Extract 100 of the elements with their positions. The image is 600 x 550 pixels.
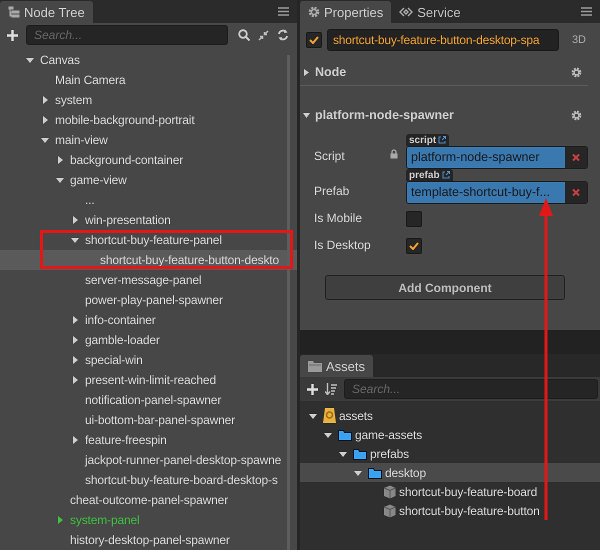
tree-row[interactable]: system-panel <box>0 510 297 530</box>
mode-label: 3D <box>572 34 586 46</box>
asset-name: template-shortcut-buy-f... <box>407 182 565 203</box>
menu-icon[interactable] <box>581 7 592 16</box>
tree-row[interactable]: Main Camera <box>0 70 297 90</box>
node-label: gamble-loader <box>85 333 160 347</box>
tree-row[interactable]: jackpot-runner-panel-desktop-spawne <box>0 450 297 470</box>
asset-row[interactable]: game-assets <box>300 425 600 444</box>
expanded-arrow-icon[interactable] <box>339 450 347 458</box>
section-title: platform-node-spawner <box>315 108 454 122</box>
tree-row[interactable]: mobile-background-portrait <box>0 110 297 130</box>
section-header[interactable]: platform-node-spawner <box>300 104 600 126</box>
tree-row[interactable]: power-play-panel-spawner <box>0 290 297 310</box>
collapsed-arrow-icon[interactable] <box>71 356 79 364</box>
node-label: info-container <box>85 313 156 327</box>
tree-row[interactable]: info-container <box>0 310 297 330</box>
node-label: shortcut-buy-feature-panel <box>85 233 222 247</box>
field-label: Prefab <box>314 184 350 200</box>
expanded-arrow-icon[interactable] <box>56 176 64 184</box>
tree-row[interactable]: server-message-panel <box>0 270 297 290</box>
collapsed-arrow-icon[interactable] <box>71 376 79 384</box>
menu-icon[interactable] <box>278 7 289 16</box>
expanded-arrow-icon[interactable] <box>41 136 49 144</box>
search-field[interactable]: Search... <box>344 379 598 399</box>
tree-row[interactable]: notification-panel-spawner <box>0 390 297 410</box>
field-label: Is Desktop <box>314 238 372 254</box>
clear-icon[interactable] <box>565 182 587 203</box>
tree-row[interactable]: shortcut-buy-feature-board-desktop-s <box>0 470 297 490</box>
folder-icon <box>338 428 352 440</box>
search-icon[interactable] <box>238 29 250 41</box>
asset-label: shortcut-buy-feature-board <box>399 484 538 498</box>
expanded-arrow-icon[interactable] <box>354 468 362 476</box>
asset-row[interactable]: shortcut-buy-feature-button <box>300 501 600 520</box>
tree-row[interactable]: system <box>0 90 297 110</box>
tree-row[interactable]: present-win-limit-reached <box>0 370 297 390</box>
asset-row[interactable]: desktop <box>300 463 600 482</box>
tree-row[interactable]: history-desktop-panel-spawner <box>0 530 297 550</box>
collapsed-arrow-icon[interactable] <box>71 316 79 324</box>
tree-row[interactable]: ui-bottom-bar-panel-spawner <box>0 410 297 430</box>
add-icon[interactable] <box>7 30 18 40</box>
panel-tab[interactable]: Properties <box>300 1 392 23</box>
sort-icon[interactable] <box>325 383 337 395</box>
expanded-arrow-icon[interactable] <box>71 236 79 244</box>
asset-row[interactable]: shortcut-buy-feature-board <box>300 482 600 501</box>
tree-row[interactable]: shortcut-buy-feature-panel <box>0 230 297 250</box>
tree-row[interactable]: game-view <box>0 170 297 190</box>
node-label: system <box>55 93 92 107</box>
expanded-arrow-icon[interactable] <box>324 430 332 438</box>
tree-icon <box>8 6 20 18</box>
folder-icon <box>353 448 367 460</box>
asset-row[interactable]: assets <box>300 406 600 425</box>
collapsed-arrow-icon[interactable] <box>71 216 79 224</box>
tree-row[interactable]: Canvas <box>0 50 297 70</box>
node-label: cheat-outcome-panel-spawner <box>70 493 228 507</box>
folder-icon <box>368 466 382 478</box>
asset-label: prefabs <box>370 446 409 460</box>
asset-field[interactable]: template-shortcut-buy-f... <box>406 181 588 204</box>
tree-row[interactable]: main-view <box>0 130 297 150</box>
asset-row[interactable]: prefabs <box>300 444 600 463</box>
tree-row[interactable]: gamble-loader <box>0 330 297 350</box>
tree-row[interactable]: feature-freespin <box>0 430 297 450</box>
collapsed-arrow-icon[interactable] <box>71 336 79 344</box>
gear-icon <box>308 6 320 18</box>
collapsed-arrow-icon[interactable] <box>56 516 64 524</box>
collapse-icon[interactable] <box>258 30 269 40</box>
gear-icon[interactable] <box>571 110 582 120</box>
expanded-arrow-icon[interactable] <box>309 412 317 420</box>
tab-label: Properties <box>324 4 384 20</box>
active-checkbox[interactable] <box>306 32 322 48</box>
panel-tab[interactable]: Service <box>391 1 469 23</box>
gear-icon[interactable] <box>571 66 582 78</box>
node-name-field[interactable]: shortcut-buy-feature-button-desktop-spa <box>327 29 559 51</box>
asset-field[interactable]: platform-node-spawner <box>406 146 588 169</box>
add-icon[interactable] <box>307 384 318 394</box>
tree-row[interactable]: ... <box>0 190 297 210</box>
node-label: power-play-panel-spawner <box>85 293 223 307</box>
expanded-arrow-icon[interactable] <box>26 56 34 64</box>
section-header[interactable]: Node <box>300 61 600 83</box>
external-link-icon <box>438 136 446 144</box>
assets-tab[interactable]: Assets <box>300 355 374 377</box>
tree-row[interactable]: background-container <box>0 150 297 170</box>
refresh-icon[interactable] <box>277 29 289 41</box>
collapsed-arrow-icon[interactable] <box>56 156 64 164</box>
clear-icon[interactable] <box>565 147 587 168</box>
tree-row[interactable]: win-presentation <box>0 210 297 230</box>
asset-type-tag[interactable]: script <box>406 134 450 146</box>
cube-icon <box>383 504 396 518</box>
collapsed-arrow-icon[interactable] <box>41 116 49 124</box>
add-component-button[interactable]: Add Component <box>325 275 565 300</box>
tree-row[interactable]: cheat-outcome-panel-spawner <box>0 490 297 510</box>
asset-label: game-assets <box>355 428 422 442</box>
checkbox[interactable] <box>406 211 422 227</box>
checkbox[interactable] <box>406 238 422 254</box>
tree-row[interactable]: special-win <box>0 350 297 370</box>
collapsed-arrow-icon[interactable] <box>41 96 49 104</box>
node-tree-tab[interactable]: Node Tree <box>0 1 93 23</box>
search-field[interactable]: Search... <box>26 25 228 45</box>
collapsed-arrow-icon[interactable] <box>71 436 79 444</box>
asset-label: desktop <box>385 466 426 480</box>
asset-type-tag[interactable]: prefab <box>406 169 453 181</box>
